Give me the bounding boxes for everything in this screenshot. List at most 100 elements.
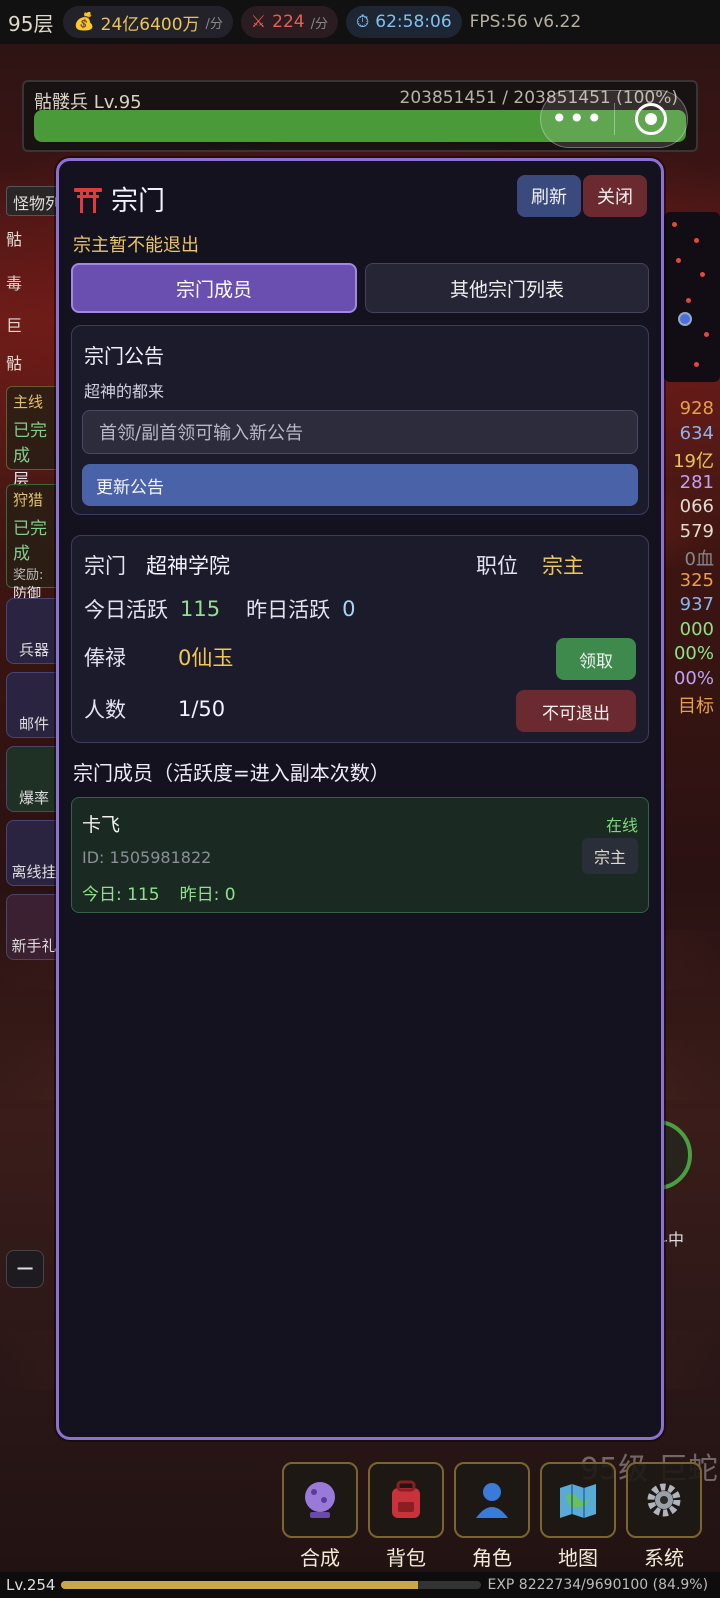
member-count-label: 人数	[84, 698, 126, 722]
kill-rate-pill: ⚔ 224 /分	[240, 6, 339, 38]
offline-button[interactable]: 离线挂	[6, 820, 62, 886]
yesterday-activity-value: 0	[342, 597, 356, 621]
map-icon	[560, 1484, 596, 1518]
right-stat-value: 00%	[673, 643, 714, 664]
sect-row: 宗门 超神学院 职位 宗主	[84, 550, 636, 580]
stopwatch-icon: ⏱	[356, 12, 370, 32]
member-role-badge: 宗主	[582, 838, 638, 874]
newbie-gift-button[interactable]: 新手礼	[6, 894, 62, 960]
hunt-quest-card[interactable]: 狩猎 已完成 奖励: 防御	[6, 484, 62, 602]
activity-row: 今日活跃 115 昨日活跃 0	[84, 594, 636, 624]
miniprogram-capsule: •••	[540, 90, 688, 148]
right-stat-value: 634	[679, 422, 714, 444]
exp-track	[61, 1581, 482, 1589]
minus-button[interactable]: −	[6, 1250, 44, 1288]
dialog-header: 宗门 刷新 关闭	[73, 175, 647, 221]
drop-rate-button[interactable]: 爆率	[6, 746, 62, 812]
gold-rate-unit: /分	[205, 16, 223, 32]
bottom-nav: 合成 背包 角色 地图 系统	[282, 1462, 702, 1571]
crystal-ball-icon	[305, 1482, 335, 1518]
timer-pill: ⏱ 62:58:06	[346, 6, 462, 38]
right-stat-value: 325	[679, 569, 714, 591]
position-value: 宗主	[542, 554, 584, 578]
kill-value: 224	[272, 12, 305, 32]
right-stat-value: 000	[679, 618, 714, 640]
member-id: ID: 1505981822	[82, 848, 212, 867]
dialog-tabs: 宗门成员 其他宗门列表	[71, 263, 649, 313]
fps-version: FPS:56 v6.22	[469, 12, 582, 32]
member-count-value: 1/50	[178, 697, 226, 721]
sect-label: 宗门	[84, 554, 126, 578]
leader-exit-notice: 宗主暂不能退出	[73, 235, 199, 256]
sect-info-panel: 宗门 超神学院 职位 宗主 今日活跃 115 昨日活跃 0 俸禄 0仙玉 领取 …	[71, 535, 649, 743]
gear-icon	[647, 1483, 681, 1517]
nav-backpack[interactable]: 背包	[368, 1462, 444, 1571]
member-yesterday-activity: 昨日: 0	[179, 885, 236, 905]
announcement-heading: 宗门公告	[84, 344, 164, 368]
exit-sect-button[interactable]: 不可退出	[516, 690, 636, 732]
sect-dialog: 宗门 刷新 关闭 宗主暂不能退出 宗门成员 其他宗门列表 宗门公告 超神的都来 …	[56, 158, 664, 1440]
salary-value: 0仙玉	[178, 646, 234, 670]
right-stat-value: 目标	[678, 696, 714, 717]
dialog-title-text: 宗门	[111, 186, 165, 217]
announcement-input[interactable]: 首领/副首领可输入新公告	[82, 410, 638, 454]
salary-label: 俸禄	[84, 646, 126, 670]
right-stat-value: 066	[679, 496, 714, 517]
close-miniprogram-icon[interactable]	[615, 103, 688, 135]
yesterday-activity-label: 昨日活跃	[246, 598, 331, 622]
minimap[interactable]	[664, 212, 720, 382]
weapon-button[interactable]: 兵器	[6, 598, 62, 664]
announcement-text: 超神的都来	[84, 382, 165, 401]
close-button[interactable]: 关闭	[583, 175, 647, 217]
member-activity: 今日: 115 昨日: 0	[82, 880, 236, 905]
right-stat-value: 579	[679, 520, 714, 542]
right-stat-value: 937	[679, 594, 714, 615]
right-stat-value: 0血	[684, 549, 714, 570]
right-stat-value: 281	[679, 471, 714, 493]
money-bag-icon: 💰	[73, 12, 95, 32]
tab-sect-members[interactable]: 宗门成员	[71, 263, 357, 313]
right-stat-value: 00%	[673, 667, 714, 689]
refresh-button[interactable]: 刷新	[517, 175, 581, 217]
member-online-status: 在线	[605, 816, 638, 835]
kill-rate-unit: /分	[310, 16, 329, 32]
salary-row: 俸禄 0仙玉	[84, 642, 636, 672]
exp-text: EXP 8222734/9690100 (84.9%)	[487, 1577, 709, 1593]
monster-row: 巨	[6, 316, 23, 335]
person-icon	[476, 1483, 508, 1518]
torii-gate-icon	[74, 187, 102, 213]
gold-rate-pill: 💰 24亿6400万 /分	[63, 6, 233, 38]
status-bar: 95层 💰 24亿6400万 /分 ⚔ 224 /分 ⏱ 62:58:06 FP…	[0, 0, 720, 44]
monster-row: 骷	[6, 354, 23, 373]
more-icon[interactable]: •••	[541, 105, 614, 133]
monster-row: 骷	[6, 230, 23, 249]
mail-button[interactable]: 邮件	[6, 672, 62, 738]
nav-synthesis[interactable]: 合成	[282, 1462, 358, 1571]
backpack-icon	[392, 1480, 420, 1518]
monster-row: 毒	[6, 274, 23, 293]
main-quest-card[interactable]: 主线 已完成 层	[6, 386, 62, 489]
right-stat-value: 928	[679, 398, 714, 419]
right-stat-value: 19亿	[673, 451, 714, 472]
nav-system[interactable]: 系统	[626, 1462, 702, 1571]
floor-indicator: 95层	[8, 11, 54, 36]
member-card[interactable]: 卡飞 在线 ID: 1505981822 宗主 今日: 115 昨日: 0	[71, 797, 649, 913]
update-announcement-button[interactable]: 更新公告	[82, 464, 638, 506]
player-level: Lv.254	[6, 1576, 56, 1594]
announcement-panel: 宗门公告 超神的都来 首领/副首领可输入新公告 更新公告	[71, 325, 649, 515]
crossed-swords-icon: ⚔	[250, 12, 267, 32]
exp-bar: Lv.254 EXP 8222734/9690100 (84.9%)	[0, 1572, 720, 1598]
member-name: 卡飞	[82, 814, 121, 836]
nav-map[interactable]: 地图	[540, 1462, 616, 1571]
timer-value: 62:58:06	[375, 12, 452, 32]
gold-value: 24亿6400万	[100, 14, 200, 35]
nav-character[interactable]: 角色	[454, 1462, 530, 1571]
dialog-title: 宗门	[73, 179, 165, 218]
today-activity-label: 今日活跃	[84, 598, 168, 622]
member-today-activity: 今日: 115	[82, 885, 160, 905]
members-section-title: 宗门成员（活跃度=进入副本次数）	[73, 761, 390, 785]
today-activity-value: 115	[180, 597, 221, 621]
claim-salary-button[interactable]: 领取	[556, 638, 636, 680]
sect-name: 超神学院	[146, 554, 230, 578]
tab-other-sects[interactable]: 其他宗门列表	[365, 263, 649, 313]
